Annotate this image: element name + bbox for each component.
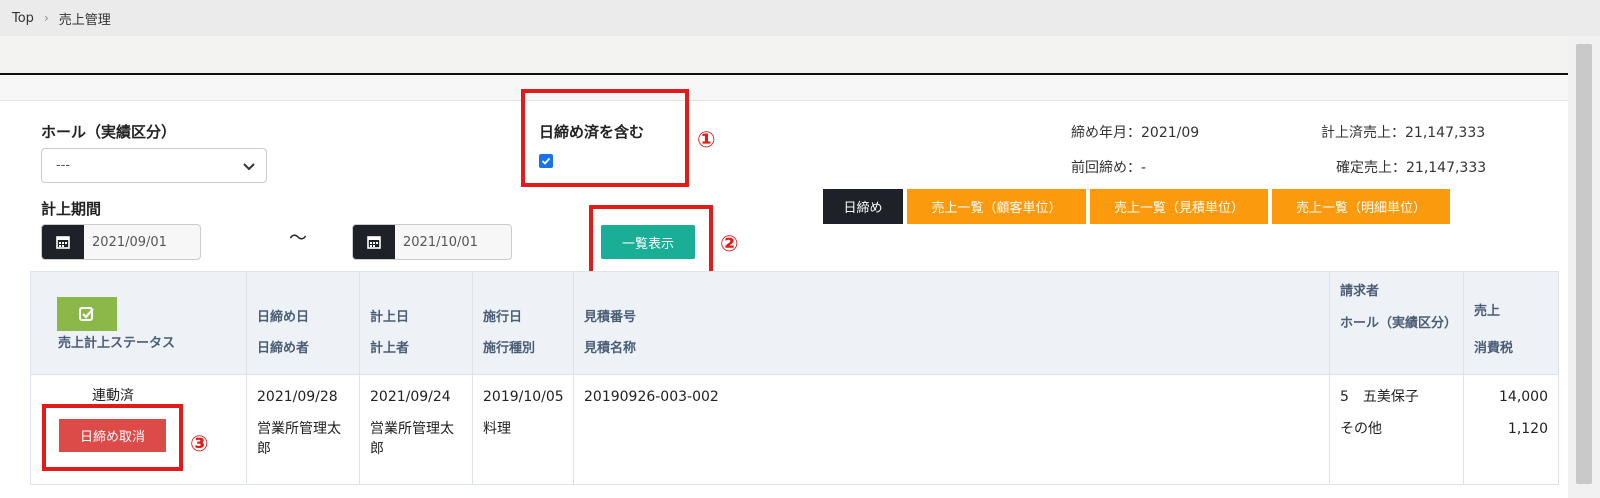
header-close-date[interactable]: 日締め日 — [257, 306, 349, 337]
header-estimate-name[interactable]: 見積名称 — [584, 337, 1319, 356]
scrollbar-thumb[interactable] — [1576, 44, 1592, 484]
requester: 5 五美保子 — [1340, 389, 1419, 405]
cell-exec: 2019/10/05 料理 — [472, 374, 574, 485]
header-band — [0, 36, 1568, 75]
annotation-marker-3: ③ — [190, 432, 209, 457]
cell-requester: 5 五美保子 その他 — [1329, 374, 1464, 485]
header-status-label[interactable]: 売上計上ステータス — [58, 332, 175, 351]
annotation-marker-2: ② — [720, 232, 739, 257]
recorded-sales: 計上済売上：21,147,333 — [1321, 125, 1486, 141]
annotation-box-2 — [589, 205, 713, 277]
header-record-date[interactable]: 計上日 — [370, 306, 462, 337]
cell-close: 2021/09/28 営業所管理太郎 — [246, 374, 360, 485]
tax-amount: 1,120 — [1507, 421, 1548, 437]
hall: その他 — [1340, 421, 1382, 437]
header-close: 日締め日 日締め者 — [246, 271, 360, 375]
cell-estimate: 20190926-003-002 — [573, 374, 1330, 485]
hall-filter-label: ホール（実績区分） — [41, 123, 177, 141]
record-user: 営業所管理太郎 — [370, 421, 454, 457]
check-square-icon — [79, 307, 94, 321]
header-estimate: 見積番号 見積名称 — [573, 271, 1330, 375]
close-date: 2021/09/28 — [257, 389, 338, 405]
annotation-marker-1: ① — [697, 128, 716, 153]
annotation-box-3 — [42, 404, 183, 471]
date-from-field[interactable]: 2021/09/01 — [41, 224, 201, 260]
header-sales[interactable]: 売上 — [1474, 300, 1548, 331]
row-status: 連動済 — [92, 388, 134, 404]
sales-table: 日締め日 日締め者 計上日 計上者 施行日 施行種別 見積番号 見積名称 請求者ホール（… — [30, 271, 1559, 485]
header-record-user[interactable]: 計上者 — [370, 337, 462, 356]
header-exec-date[interactable]: 施行日 — [483, 306, 563, 337]
exec-date: 2019/10/05 — [483, 389, 564, 405]
tab-sales-by-estimate[interactable]: 売上一覧（見積単位） — [1090, 189, 1268, 224]
tab-sales-by-detail[interactable]: 売上一覧（明細単位） — [1272, 189, 1450, 224]
table-row[interactable]: 2021/09/28 営業所管理太郎 2021/09/24 営業所管理太郎 2019… — [30, 374, 1559, 485]
header-requester: 請求者ホール（実績区分） — [1329, 271, 1464, 375]
select-all-button[interactable] — [57, 297, 117, 331]
date-range-separator: ～ — [289, 228, 307, 249]
exec-type: 料理 — [483, 421, 511, 437]
estimate-no[interactable]: 20190926-003-002 — [584, 389, 719, 405]
table-header-row: 日締め日 日締め者 計上日 計上者 施行日 施行種別 見積番号 見積名称 請求者ホール（… — [30, 271, 1559, 375]
tab-daily-closing[interactable]: 日締め — [823, 189, 903, 224]
date-from-value: 2021/09/01 — [92, 234, 167, 250]
hall-select-value: --- — [56, 158, 71, 173]
header-estimate-no[interactable]: 見積番号 — [584, 306, 1319, 337]
header-tax[interactable]: 消費税 — [1474, 337, 1548, 356]
sales-amount: 14,000 — [1499, 389, 1548, 405]
tab-sales-by-customer[interactable]: 売上一覧（顧客単位） — [907, 189, 1086, 224]
header-requester-label[interactable]: 請求者 — [1340, 282, 1453, 310]
header-exec-type[interactable]: 施行種別 — [483, 337, 563, 356]
annotation-box-1 — [521, 89, 689, 187]
header-amounts: 売上 消費税 — [1463, 271, 1559, 375]
breadcrumb: Top › 売上管理 — [0, 0, 1600, 36]
closing-month: 締め年月：2021/09 — [1071, 125, 1200, 141]
close-user: 営業所管理太郎 — [257, 421, 341, 457]
header-record: 計上日 計上者 — [359, 271, 473, 375]
header-close-user[interactable]: 日締め者 — [257, 337, 349, 356]
vertical-scrollbar[interactable] — [1568, 36, 1600, 498]
header-exec: 施行日 施行種別 — [472, 271, 574, 375]
date-to-field[interactable]: 2021/10/01 — [352, 224, 512, 260]
subheader-band — [0, 75, 1568, 101]
breadcrumb-current: 売上管理 — [58, 12, 111, 28]
header-hall-label[interactable]: ホール（実績区分） — [1340, 314, 1457, 334]
record-date: 2021/09/24 — [370, 389, 451, 405]
hall-select[interactable]: --- — [41, 148, 267, 183]
period-label: 計上期間 — [41, 200, 102, 218]
calendar-icon[interactable] — [353, 225, 395, 259]
previous-closing: 前回締め：- — [1071, 160, 1147, 176]
cell-amounts: 14,000 1,120 — [1463, 374, 1559, 485]
confirmed-sales: 確定売上：21,147,333 — [1336, 160, 1487, 176]
cell-record: 2021/09/24 営業所管理太郎 — [359, 374, 473, 485]
date-to-value: 2021/10/01 — [403, 234, 478, 250]
chevron-right-icon: › — [43, 11, 49, 25]
calendar-icon[interactable] — [42, 225, 84, 259]
chevron-down-icon — [243, 163, 255, 171]
breadcrumb-home-link[interactable]: Top — [12, 11, 34, 26]
